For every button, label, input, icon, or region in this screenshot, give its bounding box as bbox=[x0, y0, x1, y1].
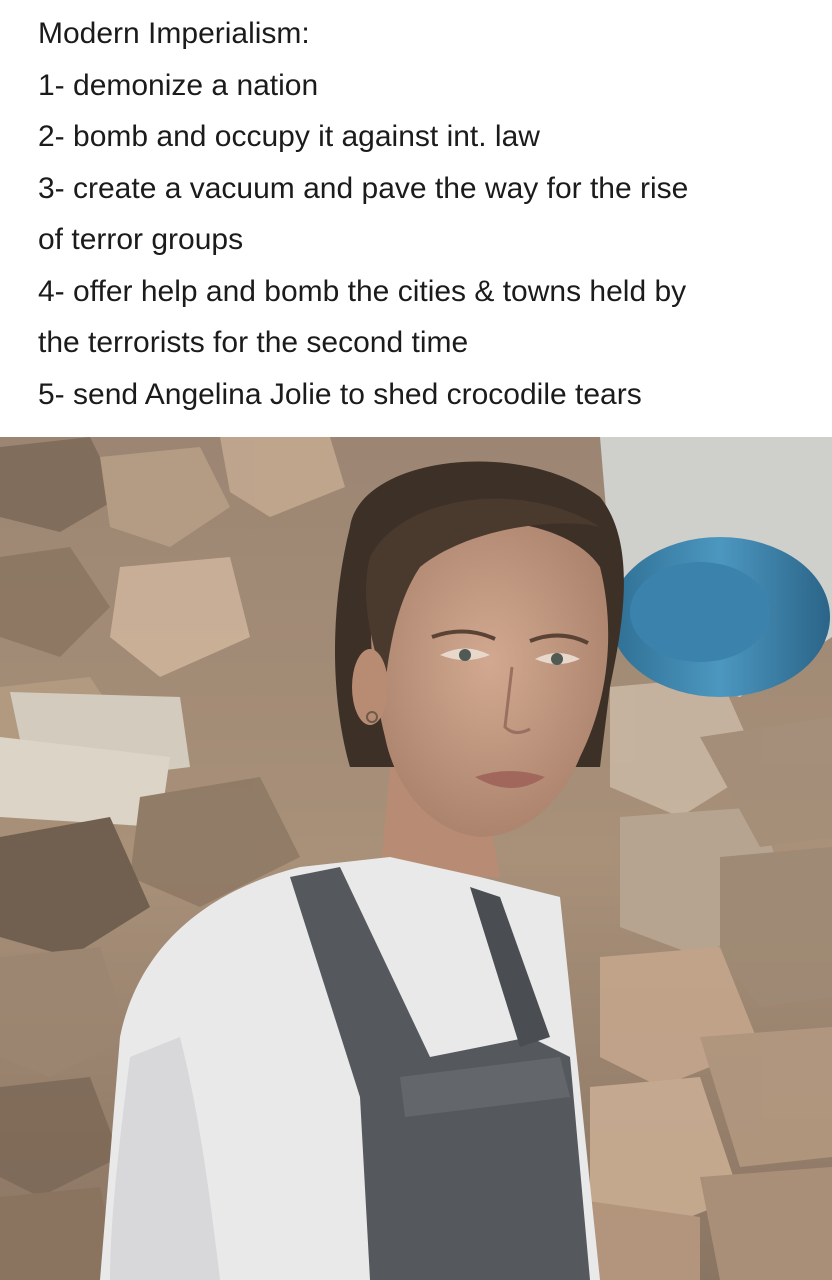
caption-line-1: 1- demonize a nation bbox=[38, 68, 319, 102]
blue-barrel bbox=[600, 437, 832, 697]
photo-illustration bbox=[0, 437, 832, 1280]
photo-woman-in-rubble bbox=[0, 437, 832, 1280]
caption-title: Modern Imperialism: bbox=[38, 17, 310, 50]
caption-text-block: Modern Imperialism: 1- demonize a nation… bbox=[0, 0, 832, 437]
caption-line-5: 5- send Angelina Jolie to shed crocodile… bbox=[38, 377, 642, 411]
caption-line-3: 3- create a vacuum and pave the way for … bbox=[38, 171, 689, 205]
caption-line-2: 2- bomb and occupy it against int. law bbox=[38, 120, 540, 153]
caption-line-3-cont: of terror groups bbox=[38, 223, 244, 256]
caption-line-4-cont: the terrorists for the second time bbox=[38, 326, 469, 359]
caption-line-4: 4- offer help and bomb the cities & town… bbox=[38, 274, 687, 308]
